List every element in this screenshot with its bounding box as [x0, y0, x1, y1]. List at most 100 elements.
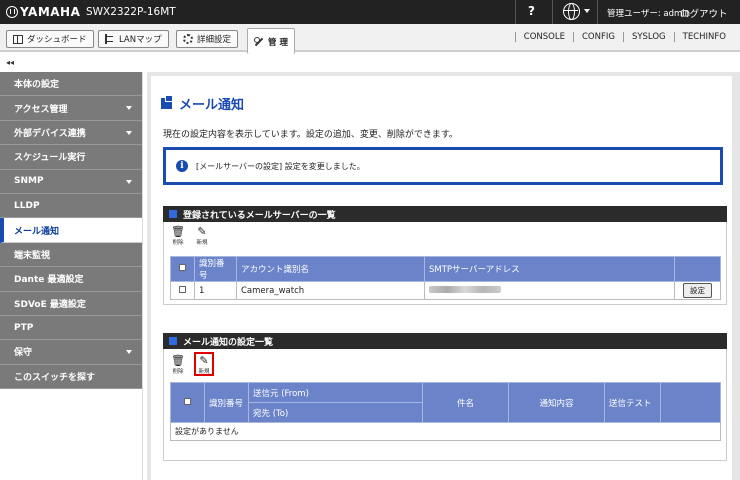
- sidebar-item-label: SNMP: [14, 176, 44, 187]
- tab-dashboard[interactable]: ダッシュボード: [6, 30, 94, 48]
- col-action: [674, 256, 721, 282]
- sidebar-item-snmp[interactable]: SNMP: [0, 169, 142, 194]
- chevron-down-icon: [126, 130, 132, 135]
- wrench-icon: [254, 36, 264, 47]
- sidebar-item-dante[interactable]: Dante 最適設定: [0, 267, 142, 292]
- select-all-checkbox[interactable]: [184, 397, 191, 405]
- tab-lan-map[interactable]: LANマップ: [98, 30, 169, 48]
- empty-message: 設定がありません: [170, 422, 721, 441]
- notify-section: 🗑 削除 ✎ 新規 識別番号 送信元 (From) 件名 通知内容 送信テスト 宛先…: [163, 349, 727, 461]
- col-test: 送信テスト: [604, 382, 661, 423]
- col-id: 識別番号: [204, 382, 249, 423]
- section-marker-icon: [169, 337, 177, 345]
- sidebar-collapse-button[interactable]: ◂◂: [6, 58, 14, 67]
- col-extra: [660, 382, 721, 423]
- yamaha-logo: YAMAHA: [6, 5, 80, 19]
- redacted-address: [429, 285, 501, 293]
- model-name: SWX2322P-16MT: [86, 6, 176, 18]
- sidebar-item-terminal-monitor[interactable]: 端末監視: [0, 242, 142, 268]
- syslog-link[interactable]: SYSLOG: [622, 32, 674, 42]
- trash-icon: 🗑: [171, 354, 185, 367]
- main-area: メール通知 現在の設定内容を表示しています。設定の追加、変更、削除ができます。 …: [147, 72, 740, 480]
- chevron-down-icon: [126, 350, 132, 355]
- notify-toolbar: 🗑 削除 ✎ 新規: [170, 352, 214, 376]
- trash-icon: 🗑: [171, 225, 185, 238]
- sidebar-item-device-settings[interactable]: 本体の設定: [0, 72, 142, 97]
- system-links: CONSOLE CONFIG SYSLOG TECHINFO: [514, 32, 734, 42]
- sidebar-item-access-control[interactable]: アクセス管理: [0, 96, 142, 121]
- tab-label: LANマップ: [119, 35, 162, 45]
- sidebar-item-label: 保守: [14, 348, 33, 359]
- section-marker-icon: [169, 210, 177, 218]
- dashboard-icon: [13, 34, 23, 44]
- section-title: 登録されているメールサーバーの一覧: [183, 210, 336, 221]
- sidebar-item-label: Dante 最適設定: [14, 275, 84, 286]
- chevron-down-icon: [126, 106, 132, 111]
- chevron-down-icon: [126, 179, 132, 184]
- settings-button[interactable]: 設定: [683, 283, 712, 298]
- tool-label: 新規: [198, 369, 210, 375]
- sidebar-item-lldp[interactable]: LLDP: [0, 193, 142, 219]
- sidebar-item-label: 外部デバイス連携: [14, 128, 86, 139]
- servers-section: 🗑 削除 ✎ 新規 識別番号 アカウント識別名 SMTPサーバーアドレス 1 Cam…: [163, 222, 727, 305]
- edit-icon: ✎: [197, 225, 207, 238]
- language-globe-icon[interactable]: [563, 3, 580, 20]
- nav-bar: ダッシュボード LANマップ 詳細設定 管 理 CONSOLE CONFIG S…: [0, 24, 740, 54]
- sidebar-item-label: メール通知: [14, 226, 60, 237]
- page-icon: [161, 95, 173, 109]
- top-bar: YAMAHA SWX2322P-16MT ? 管理ユーザー: admin ログア…: [0, 0, 740, 24]
- techinfo-link[interactable]: TECHINFO: [673, 32, 734, 42]
- sidebar-item-label: アクセス管理: [14, 104, 68, 115]
- tab-detailed-settings[interactable]: 詳細設定: [176, 30, 239, 48]
- row-action-cell: 設定: [674, 281, 721, 300]
- config-link[interactable]: CONFIG: [572, 32, 623, 42]
- row-account: Camera_watch: [236, 281, 425, 300]
- tab-label: 管 理: [268, 37, 288, 48]
- lan-map-icon: [105, 34, 115, 44]
- sidebar-item-maintenance[interactable]: 保守: [0, 340, 142, 365]
- sidebar-item-mail-notification[interactable]: メール通知: [0, 218, 142, 243]
- divider: [597, 0, 598, 24]
- sidebar-item-find-switch[interactable]: このスイッチを探す: [0, 364, 142, 390]
- divider: [515, 0, 516, 24]
- col-content: 通知内容: [508, 382, 605, 423]
- servers-section-header: 登録されているメールサーバーの一覧: [163, 206, 727, 222]
- new-notify-button[interactable]: ✎ 新規: [194, 352, 214, 376]
- servers-table: 識別番号 アカウント識別名 SMTPサーバーアドレス 1 Camera_watc…: [170, 256, 721, 300]
- sidebar-item-label: 本体の設定: [14, 80, 60, 91]
- col-account: アカウント識別名: [236, 256, 425, 282]
- sidebar-item-external-devices[interactable]: 外部デバイス連携: [0, 120, 142, 146]
- sidebar-item-label: SDVoE 最適設定: [14, 299, 86, 310]
- row-smtp: [424, 281, 675, 300]
- chevron-down-icon[interactable]: [584, 9, 590, 13]
- sidebar-item-schedule[interactable]: スケジュール実行: [0, 145, 142, 170]
- tool-label: 削除: [172, 369, 184, 375]
- help-icon[interactable]: ?: [528, 4, 535, 18]
- sidebar-item-label: このスイッチを探す: [14, 372, 96, 383]
- row-checkbox-cell: [170, 281, 195, 300]
- page-description: 現在の設定内容を表示しています。設定の追加、変更、削除ができます。: [163, 130, 458, 140]
- notice-text: [メールサーバーの設定] 設定を変更しました。: [196, 161, 365, 171]
- col-from: 送信元 (From): [248, 382, 423, 403]
- sidebar: 本体の設定 アクセス管理 外部デバイス連携 スケジュール実行 SNMP LLDP…: [0, 72, 143, 480]
- row-checkbox[interactable]: [179, 285, 186, 293]
- sidebar-item-sdvoe[interactable]: SDVoE 最適設定: [0, 291, 142, 316]
- col-smtp: SMTPサーバーアドレス: [424, 256, 675, 282]
- logout-link[interactable]: ログアウト: [680, 6, 728, 20]
- console-link[interactable]: CONSOLE: [514, 32, 573, 42]
- content-panel: メール通知 現在の設定内容を表示しています。設定の追加、変更、削除ができます。 …: [151, 76, 732, 480]
- delete-notify-button[interactable]: 🗑 削除: [170, 355, 186, 376]
- delete-server-button[interactable]: 🗑 削除: [170, 225, 186, 247]
- table-header-row: 識別番号 送信元 (From) 件名 通知内容 送信テスト: [170, 382, 721, 423]
- sidebar-item-label: スケジュール実行: [14, 153, 86, 164]
- new-server-button[interactable]: ✎ 新規: [194, 225, 210, 247]
- table-header-row: 識別番号 アカウント識別名 SMTPサーバーアドレス: [170, 256, 721, 282]
- gear-icon: [183, 34, 193, 44]
- sidebar-item-label: 端末監視: [14, 250, 51, 261]
- yamaha-emblem-icon: [6, 6, 18, 18]
- select-all-checkbox[interactable]: [179, 264, 186, 271]
- sidebar-item-ptp[interactable]: PTP: [0, 315, 142, 341]
- tool-label: 新規: [196, 240, 208, 246]
- user-label: 管理ユーザー: admin: [607, 9, 691, 19]
- tab-management[interactable]: 管 理: [247, 28, 295, 54]
